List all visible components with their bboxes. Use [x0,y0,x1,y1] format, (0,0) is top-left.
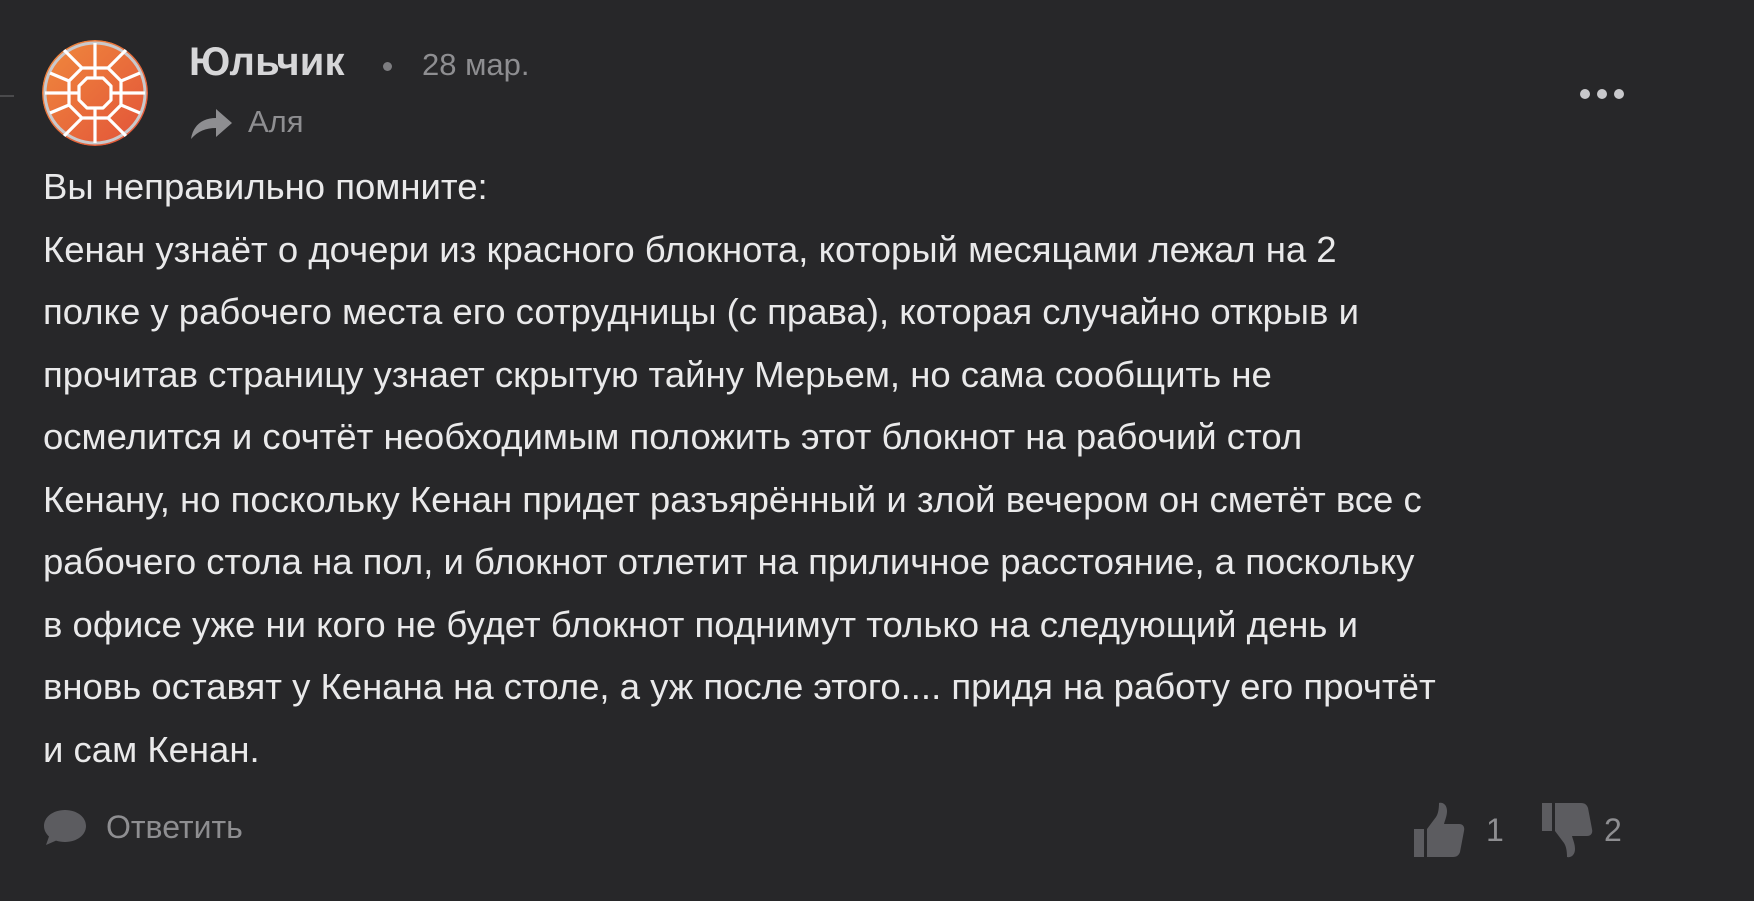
avatar-icon [42,40,148,146]
more-dots-icon [1580,89,1624,99]
comment-text-line: и сам Кенан. [43,728,260,770]
thumbs-down-icon[interactable] [1538,799,1594,861]
comment-text-line: прочитав страницу узнает скрытую тайну М… [43,353,1272,395]
separator-dot [383,62,392,71]
avatar[interactable] [42,40,148,146]
comment-text: Вы неправильно помните: Кенан узнаёт о д… [43,156,1683,781]
comment-text-line: полке у рабочего места его сотрудницы (с… [43,291,1359,332]
dislike-count: 2 [1604,811,1622,848]
comment-text-line: в офисе уже ни кого не будет блокнот под… [43,603,1358,645]
share-arrow-icon [189,107,233,141]
dislike-control: 2 [1538,790,1622,870]
more-options-button[interactable] [1574,78,1630,110]
comment-text-line: Вы неправильно помните: [43,166,488,207]
comment-text-line: Кенан узнаёт о дочери из красного блокно… [43,228,1337,270]
like-control: 1 [1410,790,1504,870]
thumbs-up-icon[interactable] [1410,799,1466,861]
comment-text-line: вновь оставят у Кенана на столе, а уж по… [43,666,1436,707]
comment-text-line: осмелится и сочтёт необходимым положить … [43,416,1303,457]
comment-text-line: рабочего стола на пол, и блокнот отлетит… [43,541,1415,582]
author-name[interactable]: Юльчик [189,40,345,85]
comment-date[interactable]: 28 мар. [422,47,530,83]
comment-text-line: Кенану, но поскольку Кенан придет разъяр… [43,478,1422,520]
reply-to-name[interactable]: Аля [248,104,304,140]
like-count: 1 [1486,811,1504,848]
reply-label: Ответить [106,808,243,845]
speech-bubble-icon [44,810,86,845]
comment: Юльчик 28 мар. Аля Вы неправильно помнит… [0,0,1754,901]
reply-button[interactable]: Ответить [42,802,243,852]
